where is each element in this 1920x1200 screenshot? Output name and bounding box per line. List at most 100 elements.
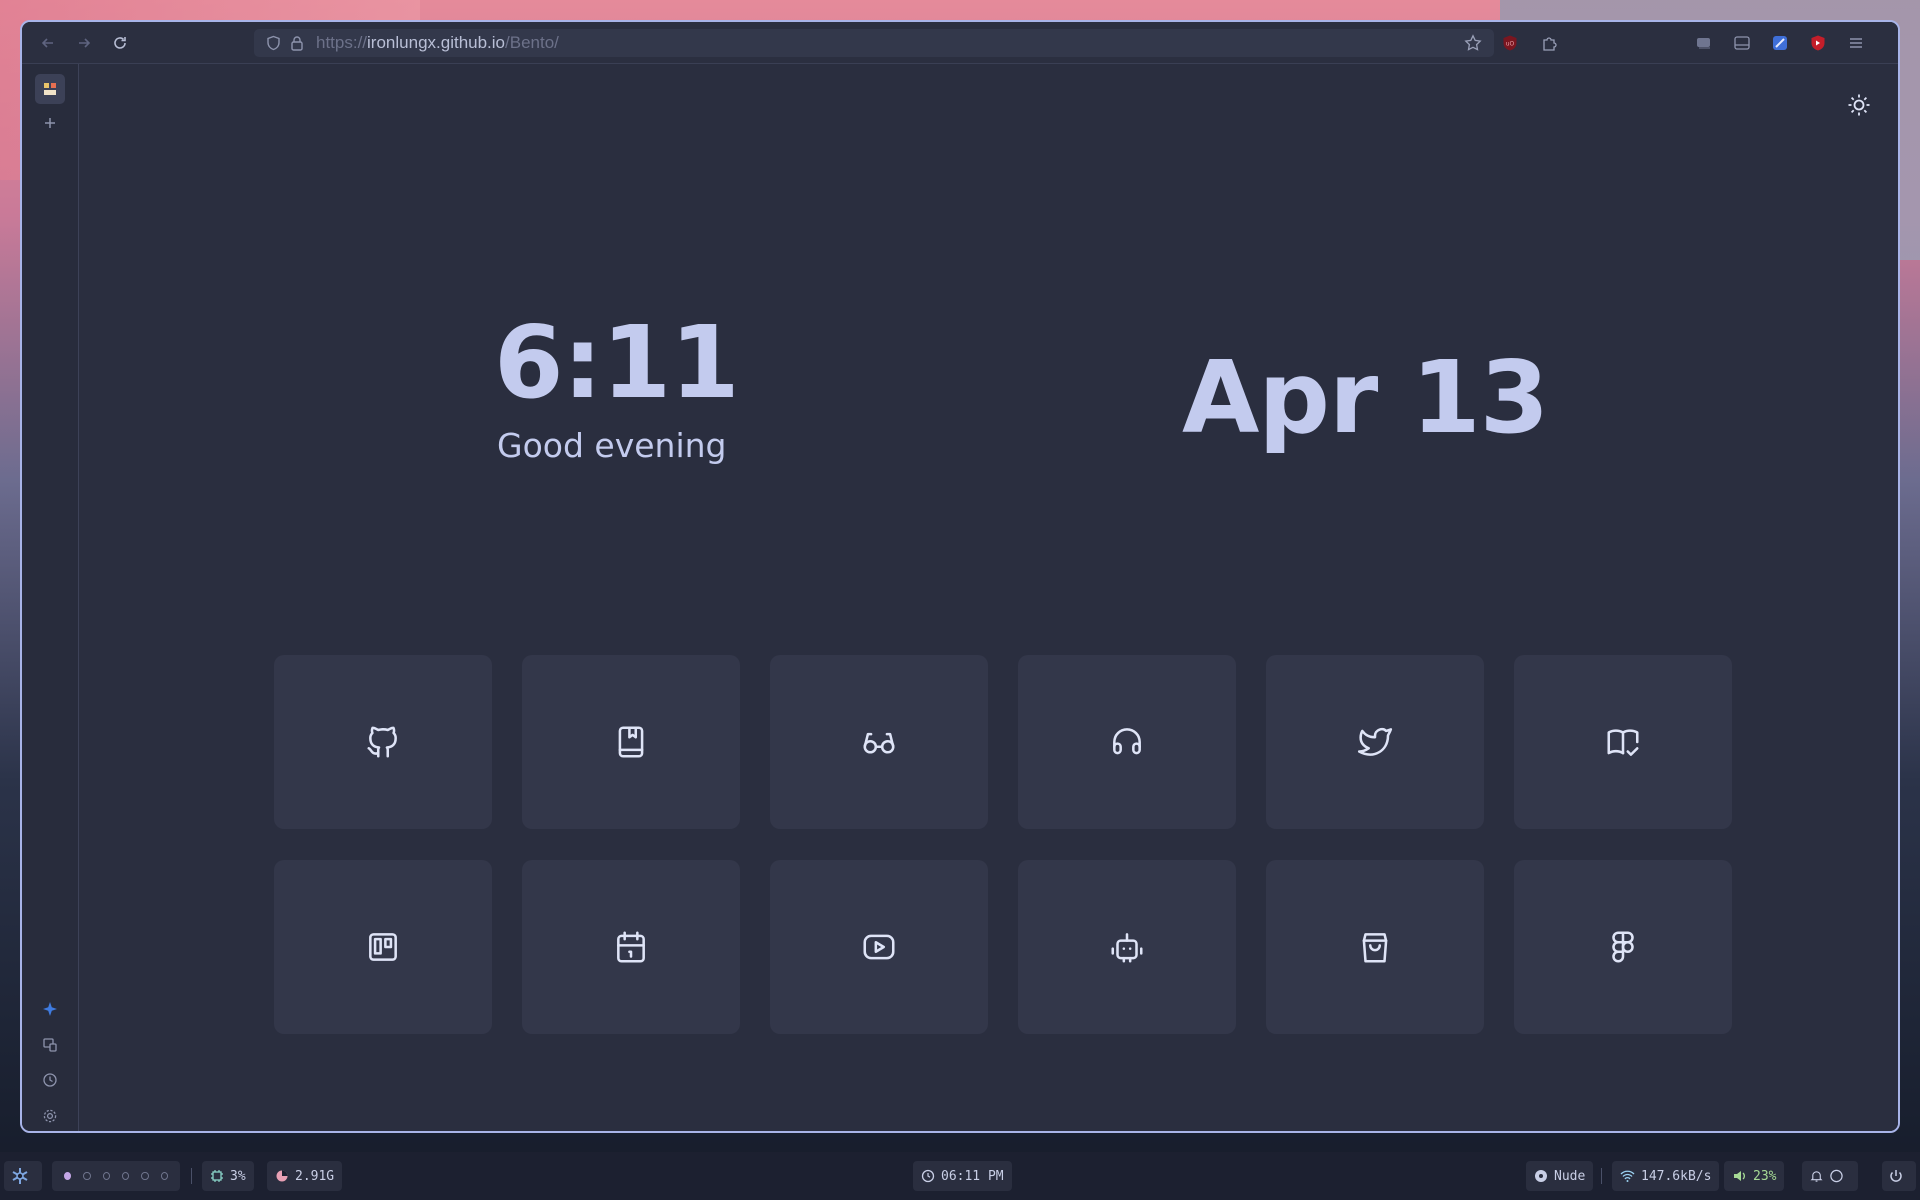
browser-toolbar: https://ironlungx.github.io/Bento/ uO <box>22 22 1898 64</box>
link-card-youtube[interactable] <box>770 860 988 1034</box>
nixos-snowflake-icon <box>12 1168 28 1184</box>
cpu-icon <box>211 1170 223 1182</box>
bento-favicon-icon <box>44 83 56 95</box>
clock-widget[interactable]: 06:11 PM <box>913 1161 1012 1191</box>
ai-chat-button[interactable] <box>35 994 65 1024</box>
address-bar[interactable]: https://ironlungx.github.io/Bento/ <box>254 29 1494 57</box>
close-icon[interactable] <box>1892 29 1898 57</box>
url-scheme: https:// <box>316 33 368 52</box>
plus-icon <box>45 118 55 128</box>
link-grid <box>274 655 1732 1034</box>
clock-time: 6:11 <box>494 304 740 421</box>
link-card-reading-list[interactable] <box>1514 655 1732 829</box>
pie-chart-icon <box>276 1170 288 1182</box>
link-card-trello[interactable] <box>274 860 492 1034</box>
memory-widget[interactable]: 2.91G <box>267 1161 343 1191</box>
container-tabs-icon[interactable] <box>1690 29 1718 57</box>
spotify-icon <box>1535 1170 1547 1182</box>
devices-icon <box>43 1038 57 1052</box>
gear-icon <box>43 1109 57 1123</box>
shopping-bag-icon <box>1362 933 1388 963</box>
workspace-3-dot[interactable] <box>102 1172 110 1180</box>
synced-tabs-button[interactable] <box>35 1030 65 1060</box>
link-card-bookmarks[interactable] <box>522 655 740 829</box>
workspace-4-dot[interactable] <box>121 1172 130 1180</box>
figma-icon <box>1612 931 1634 963</box>
bitwarden-icon[interactable] <box>1766 29 1794 57</box>
arrow-left-icon <box>41 37 53 48</box>
forward-button[interactable] <box>66 28 102 58</box>
toolbar-right <box>1690 22 1898 64</box>
extensions-area: uO <box>1496 22 1564 64</box>
greeting-text: Good evening <box>497 426 727 465</box>
sparkle-icon <box>43 1002 57 1016</box>
bento-startpage: 6:11 Good evening Apr 13 <box>80 64 1898 1131</box>
ublock-icon[interactable]: uO <box>1496 29 1524 57</box>
clock-icon <box>921 1169 935 1183</box>
book-check-icon <box>1607 729 1639 756</box>
puzzle-extensions-icon[interactable] <box>1536 29 1564 57</box>
taskbar: 3% 2.91G 06:11 PM Nude 147.6kB/s 23% <box>0 1152 1920 1200</box>
github-icon <box>367 726 397 758</box>
back-button[interactable] <box>30 28 66 58</box>
cpu-widget[interactable]: 3% <box>202 1161 254 1191</box>
workspace-1-dot[interactable] <box>64 1172 72 1180</box>
bell-icon <box>1810 1171 1823 1182</box>
clock-icon <box>43 1073 57 1087</box>
network-widget[interactable]: 147.6kB/s <box>1612 1161 1720 1191</box>
calendar-icon <box>617 931 645 963</box>
workspace-2-dot[interactable] <box>83 1172 91 1180</box>
lock-icon[interactable] <box>288 34 306 52</box>
browser-window: https://ironlungx.github.io/Bento/ uO 6:… <box>20 20 1900 1133</box>
power-menu-button[interactable] <box>1882 1161 1916 1191</box>
launcher-button[interactable] <box>4 1161 42 1191</box>
circle-status-icon <box>1830 1169 1843 1183</box>
youtube-icon <box>863 934 895 960</box>
theme-toggle-button[interactable] <box>1846 92 1872 118</box>
vertical-tabs-sidebar <box>22 64 79 1131</box>
history-button[interactable] <box>35 1065 65 1095</box>
twitter-icon <box>1357 727 1393 756</box>
shield-icon[interactable] <box>264 34 282 52</box>
link-card-figma[interactable] <box>1514 860 1732 1034</box>
link-card-shopping[interactable] <box>1266 860 1484 1034</box>
link-card-music[interactable] <box>1018 655 1236 829</box>
eyeglasses-icon <box>863 732 895 754</box>
reload-button[interactable] <box>102 28 138 58</box>
bookmark-star-icon[interactable] <box>1464 34 1482 56</box>
trello-board-icon <box>369 933 397 961</box>
headphones-icon <box>1113 728 1141 755</box>
media-widget[interactable]: Nude <box>1526 1161 1594 1191</box>
sidebar-toggle-icon[interactable] <box>1728 29 1756 57</box>
power-icon <box>1890 1170 1902 1182</box>
cpu-usage: 3% <box>230 1168 246 1184</box>
link-card-calendar[interactable] <box>522 860 740 1034</box>
sun-icon <box>1848 94 1870 116</box>
wifi-icon <box>1620 1170 1635 1182</box>
bookmark-book-icon <box>618 726 644 758</box>
speaker-icon <box>1734 1171 1745 1181</box>
taskbar-divider <box>1601 1168 1602 1184</box>
link-card-bot[interactable] <box>1018 860 1236 1034</box>
link-card-twitter[interactable] <box>1266 655 1484 829</box>
link-card-reading[interactable] <box>770 655 988 829</box>
new-tab-button[interactable] <box>35 108 65 138</box>
url-path: /Bento/ <box>505 33 559 52</box>
workspace-5-dot[interactable] <box>141 1172 149 1180</box>
workspace-6-dot[interactable] <box>160 1172 168 1180</box>
url-host: ironlungx.github.io <box>367 33 506 52</box>
settings-button[interactable] <box>35 1101 65 1131</box>
hamburger-menu-icon[interactable] <box>1842 29 1870 57</box>
active-tab[interactable] <box>35 74 65 104</box>
notification-widget[interactable] <box>1802 1161 1858 1191</box>
volume-widget[interactable]: 23% <box>1724 1161 1785 1191</box>
svg-text:uO: uO <box>1506 41 1515 48</box>
date-text: Apr 13 <box>1182 339 1549 456</box>
url-text[interactable]: https://ironlungx.github.io/Bento/ <box>316 33 559 53</box>
link-card-github[interactable] <box>274 655 492 829</box>
workspace-indicator[interactable] <box>52 1161 180 1191</box>
youtube-extension-icon[interactable] <box>1804 29 1832 57</box>
robot-icon <box>1111 933 1143 963</box>
media-title: Nude <box>1554 1168 1586 1184</box>
taskbar-divider <box>191 1168 192 1184</box>
